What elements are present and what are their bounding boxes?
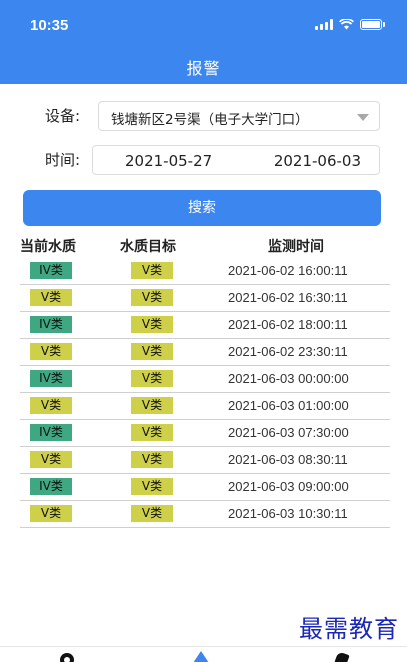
monitor-time: 2021-06-03 09:00:00 [228, 479, 349, 494]
current-quality-badge: V类 [30, 451, 72, 468]
status-icons [315, 19, 385, 30]
search-button[interactable]: 搜索 [23, 190, 381, 226]
monitor-time: 2021-06-03 07:30:00 [228, 425, 349, 440]
chevron-down-icon [357, 114, 369, 121]
battery-cap [383, 22, 385, 27]
target-quality-badge: V类 [131, 370, 173, 387]
table-row: IV类 V类 2021-06-02 18:00:11 [20, 312, 390, 339]
current-quality-badge: V类 [30, 289, 72, 306]
monitor-time: 2021-06-02 16:00:11 [228, 263, 348, 278]
table-row: IV类 V类 2021-06-02 16:00:11 [20, 258, 390, 285]
alarm-icon[interactable] [193, 651, 209, 662]
target-quality-badge: V类 [131, 262, 173, 279]
table-row: V类 V类 2021-06-03 01:00:00 [20, 393, 390, 420]
table-header: 当前水质 水质目标 监测时间 [20, 232, 390, 258]
current-quality-badge: V类 [30, 397, 72, 414]
device-select[interactable]: 钱塘新区2号渠（电子大学门口） [98, 101, 380, 131]
current-quality-badge: IV类 [30, 262, 72, 279]
date-start[interactable]: 2021-05-27 [125, 152, 212, 170]
target-quality-badge: V类 [131, 424, 173, 441]
tab-bar [0, 646, 407, 662]
monitor-time: 2021-06-02 18:00:11 [228, 317, 348, 332]
user-icon[interactable] [60, 653, 74, 662]
target-quality-badge: V类 [131, 397, 173, 414]
watermark: 最需教育 [299, 615, 399, 643]
device-select-value: 钱塘新区2号渠（电子大学门口） [111, 112, 309, 128]
current-quality-badge: IV类 [30, 424, 72, 441]
table-row: IV类 V类 2021-06-03 09:00:00 [20, 474, 390, 501]
monitor-time: 2021-06-02 23:30:11 [228, 344, 348, 359]
header-monitor-time: 监测时间 [268, 239, 324, 255]
monitor-time: 2021-06-03 08:30:11 [228, 452, 348, 467]
target-quality-badge: V类 [131, 343, 173, 360]
device-row: 设备: 钱塘新区2号渠（电子大学门口） [0, 101, 407, 131]
date-range-picker[interactable]: 2021-05-27 2021-06-03 [92, 145, 380, 175]
battery-icon [360, 19, 382, 30]
status-bar: 10:35 [0, 0, 407, 44]
phone-icon[interactable] [334, 651, 350, 662]
current-quality-badge: V类 [30, 343, 72, 360]
date-end[interactable]: 2021-06-03 [274, 152, 361, 170]
signal-icon [315, 19, 333, 30]
header: 10:35 报警 [0, 0, 407, 84]
table-row: V类 V类 2021-06-02 23:30:11 [20, 339, 390, 366]
device-label: 设备: [45, 107, 81, 125]
table-body: IV类 V类 2021-06-02 16:00:11 V类 V类 2021-06-02 1… [20, 258, 390, 528]
current-quality-badge: IV类 [30, 478, 72, 495]
target-quality-badge: V类 [131, 505, 173, 522]
monitor-time: 2021-06-03 00:00:00 [228, 371, 349, 386]
current-quality-badge: IV类 [30, 370, 72, 387]
table-row: V类 V类 2021-06-03 08:30:11 [20, 447, 390, 474]
target-quality-badge: V类 [131, 316, 173, 333]
page-title: 报警 [186, 59, 221, 78]
table-row: IV类 V类 2021-06-03 00:00:00 [20, 366, 390, 393]
monitor-time: 2021-06-03 01:00:00 [228, 398, 349, 413]
app-screen: 10:35 报警 设备: 钱塘新区2号渠（电子大学门口） 时间: 2021-05… [0, 0, 407, 662]
current-quality-badge: IV类 [30, 316, 72, 333]
alarm-table: 当前水质 水质目标 监测时间 IV类 V类 2021-06-02 16:00:11 V… [20, 232, 390, 528]
time-row: 时间: 2021-05-27 2021-06-03 [0, 145, 407, 175]
wifi-icon [339, 19, 354, 30]
current-quality-badge: V类 [30, 505, 72, 522]
target-quality-badge: V类 [131, 451, 173, 468]
target-quality-badge: V类 [131, 289, 173, 306]
target-quality-badge: V类 [131, 478, 173, 495]
table-row: V类 V类 2021-06-03 10:30:11 [20, 501, 390, 528]
status-time: 10:35 [30, 17, 69, 34]
table-row: V类 V类 2021-06-02 16:30:11 [20, 285, 390, 312]
header-current-quality: 当前水质 [20, 239, 76, 255]
monitor-time: 2021-06-02 16:30:11 [228, 290, 348, 305]
header-target-quality: 水质目标 [120, 239, 176, 255]
monitor-time: 2021-06-03 10:30:11 [228, 506, 348, 521]
time-label: 时间: [45, 151, 81, 169]
table-row: IV类 V类 2021-06-03 07:30:00 [20, 420, 390, 447]
